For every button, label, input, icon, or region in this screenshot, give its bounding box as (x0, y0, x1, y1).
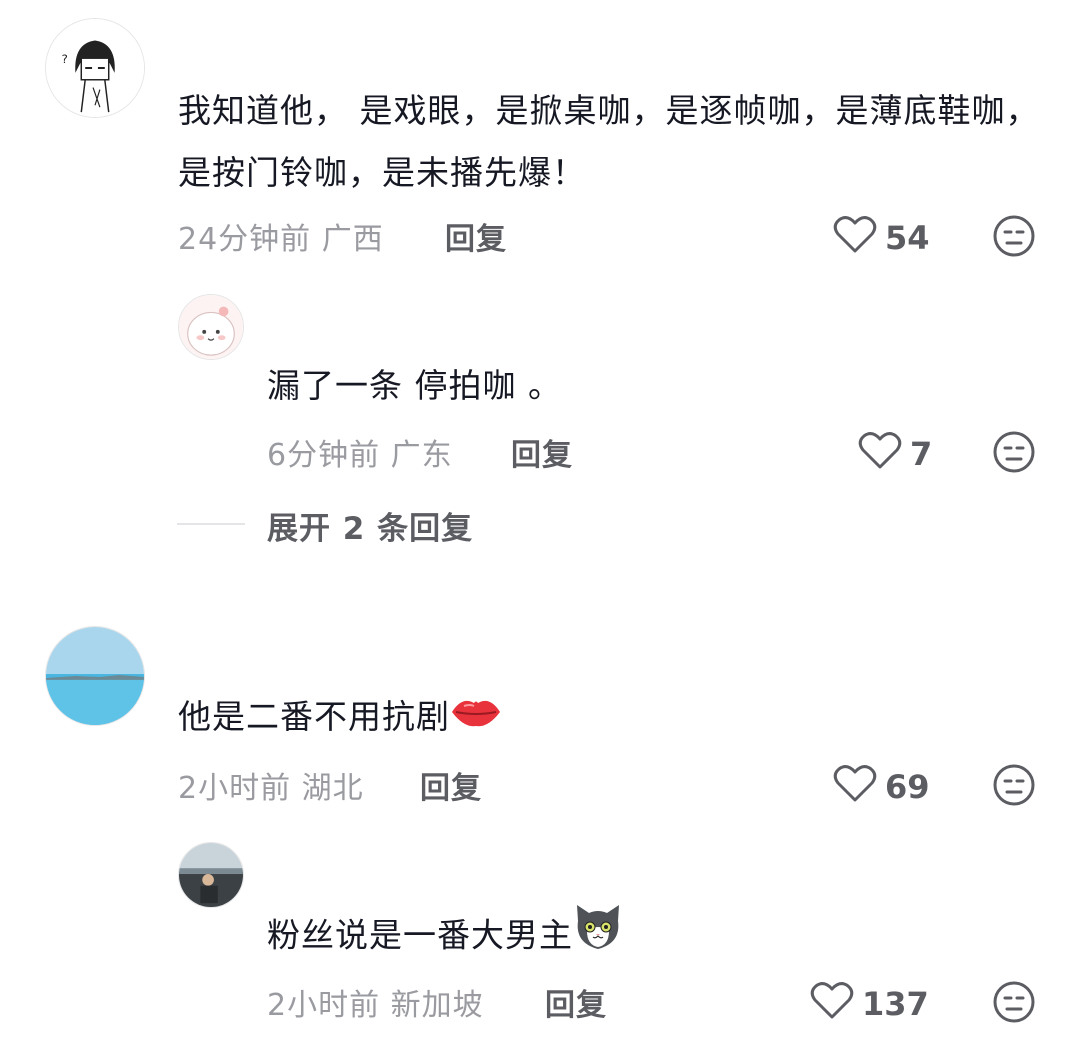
dislike-icon[interactable] (992, 980, 1036, 1024)
comment-text-content: 粉丝说是一番大男主 (267, 915, 573, 955)
like-button[interactable]: 69 (833, 763, 930, 811)
comment-time-location: 2小时前 新加坡 (267, 988, 484, 1023)
heart-icon (833, 214, 877, 262)
like-count: 7 (910, 435, 933, 473)
like-button[interactable]: 54 (833, 214, 930, 262)
svg-text:?: ? (62, 52, 68, 66)
reply-button[interactable]: 回复 (545, 980, 607, 1024)
avatar[interactable] (45, 626, 145, 726)
comment-text: 粉丝说是一番大男主 (267, 903, 623, 971)
avatar[interactable] (178, 294, 244, 360)
expand-replies-button[interactable]: 展开 2 条回复 (267, 503, 473, 548)
comment-time-location: 24分钟前 广西 (178, 222, 384, 257)
like-count: 137 (862, 985, 929, 1023)
heart-icon (858, 430, 902, 478)
kiss-lips-icon (450, 688, 502, 750)
dislike-icon[interactable] (992, 763, 1036, 807)
dislike-icon[interactable] (992, 430, 1036, 474)
avatar[interactable]: ? (45, 18, 145, 118)
divider (177, 523, 245, 525)
cat-face-icon (573, 903, 623, 971)
comment-text: 漏了一条 停拍咖 。 (267, 366, 562, 405)
comment-time-location: 2小时前 湖北 (178, 771, 364, 806)
reply-button[interactable]: 回复 (420, 763, 482, 807)
avatar[interactable] (178, 842, 244, 908)
comment-text-content: 他是二番不用抗剧 (178, 697, 450, 736)
reply-button[interactable]: 回复 (445, 214, 507, 258)
dislike-icon[interactable] (992, 214, 1036, 258)
heart-icon (810, 980, 854, 1028)
like-count: 54 (885, 219, 930, 257)
comment-text: 他是二番不用抗剧 (178, 686, 502, 750)
comment-time-location: 6分钟前 广东 (267, 438, 453, 473)
heart-icon (833, 763, 877, 811)
comment-text: 我知道他， 是戏眼，是掀桌咖，是逐帧咖，是薄底鞋咖，是按门铃咖，是未播先爆！ (178, 91, 1040, 192)
like-count: 69 (885, 768, 930, 806)
like-button[interactable]: 137 (810, 980, 929, 1028)
like-button[interactable]: 7 (858, 430, 932, 478)
reply-button[interactable]: 回复 (511, 430, 573, 474)
